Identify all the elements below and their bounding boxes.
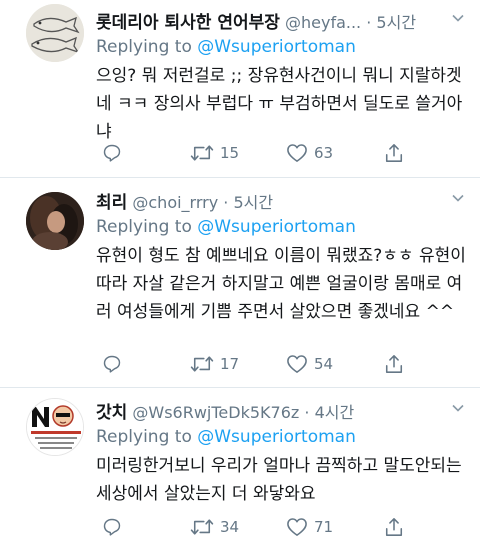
retweet-icon [190, 145, 214, 161]
replying-to: Replying to @Wsuperiortoman [96, 34, 470, 60]
tweet[interactable]: 갓치 @Ws6RwjTeDk5K76z · 4시간 Replying to @W… [0, 388, 480, 542]
tweet-header: 롯데리아 퇴사한 연어부장 @heyfa... · 5시간 [96, 8, 470, 34]
tweet[interactable]: 롯데리아 퇴사한 연어부장 @heyfa... · 5시간 Replying t… [0, 0, 480, 177]
chevron-down-icon[interactable] [452, 194, 464, 202]
reply-button[interactable] [102, 352, 122, 376]
mention-link[interactable]: @Wsuperiortoman [197, 37, 356, 57]
user-handle[interactable]: @choi_rrry [132, 193, 218, 212]
reply-button[interactable] [102, 141, 122, 165]
retweet-button[interactable]: 34 [190, 515, 239, 539]
share-icon [385, 355, 403, 373]
retweet-button[interactable]: 17 [190, 352, 239, 376]
tweet-text: 미러링한거보니 우리가 얼마나 끔찍하고 말도안되는 세상에서 살았는지 더 와… [96, 456, 462, 504]
timestamp[interactable]: 5시간 [233, 193, 273, 212]
chevron-down-icon[interactable] [452, 14, 464, 22]
share-button[interactable] [384, 515, 404, 539]
share-icon [385, 144, 403, 162]
retweet-count: 34 [220, 518, 240, 536]
timestamp[interactable]: 4시간 [315, 403, 355, 422]
tweet-header: 갓치 @Ws6RwjTeDk5K76z · 4시간 [96, 398, 470, 424]
reply-button[interactable] [102, 515, 122, 539]
like-button[interactable]: 54 [286, 352, 333, 376]
retweet-button[interactable]: 15 [190, 141, 239, 165]
replying-to-label: Replying to [96, 217, 192, 237]
heart-icon [287, 518, 307, 536]
heart-icon [287, 355, 307, 373]
like-button[interactable]: 71 [286, 515, 333, 539]
replying-to-label: Replying to [96, 37, 192, 57]
share-icon [385, 518, 403, 536]
separator-dot: · [366, 13, 372, 32]
profile-photo-icon [26, 192, 84, 250]
retweet-count: 17 [220, 355, 240, 373]
share-button[interactable] [384, 352, 404, 376]
heart-icon [287, 144, 307, 162]
display-name[interactable]: 최리 [96, 193, 127, 213]
like-button[interactable]: 63 [286, 141, 333, 165]
mention-link[interactable]: @Wsuperiortoman [197, 427, 356, 447]
display-name[interactable]: 롯데리아 퇴사한 연어부장 [96, 13, 280, 33]
tweet-text: 으잉? 뭐 저런걸로 ;; 장유현사건이니 뭐니 지랄하겟네 ㅋㅋ 장의사 부럽… [96, 66, 463, 142]
like-count: 63 [314, 144, 334, 162]
avatar[interactable] [26, 398, 84, 456]
reply-icon [103, 518, 121, 536]
share-button[interactable] [384, 141, 404, 165]
reply-icon [103, 144, 121, 162]
replying-to-label: Replying to [96, 427, 192, 447]
tweet[interactable]: 최리 @choi_rrry · 5시간 Replying to @Wsuperi… [0, 178, 480, 387]
like-count: 54 [314, 355, 334, 373]
display-name[interactable]: 갓치 [96, 403, 127, 423]
user-handle[interactable]: @heyfa... [285, 13, 361, 32]
tweet-text: 유현이 형도 참 예쁘네요 이름이 뭐랬죠?ㅎㅎ 유현이 따라 자살 같은거 하… [96, 246, 466, 322]
retweet-icon [190, 519, 214, 535]
timestamp[interactable]: 5시간 [376, 13, 416, 32]
user-handle[interactable]: @Ws6RwjTeDk5K76z [132, 403, 299, 422]
reply-icon [103, 355, 121, 373]
replying-to: Replying to @Wsuperiortoman [96, 214, 470, 240]
retweet-count: 15 [220, 144, 240, 162]
retweet-icon [190, 356, 214, 372]
tweet-header: 최리 @choi_rrry · 5시간 [96, 188, 470, 214]
mention-link[interactable]: @Wsuperiortoman [197, 217, 356, 237]
fish-drawing-icon [26, 4, 84, 62]
avatar[interactable] [26, 192, 84, 250]
separator-dot: · [304, 403, 310, 422]
chevron-down-icon[interactable] [452, 404, 464, 412]
separator-dot: · [223, 193, 229, 212]
no-sign-logo-icon [27, 399, 83, 455]
replying-to: Replying to @Wsuperiortoman [96, 424, 470, 450]
avatar[interactable] [26, 4, 84, 62]
like-count: 71 [314, 518, 334, 536]
